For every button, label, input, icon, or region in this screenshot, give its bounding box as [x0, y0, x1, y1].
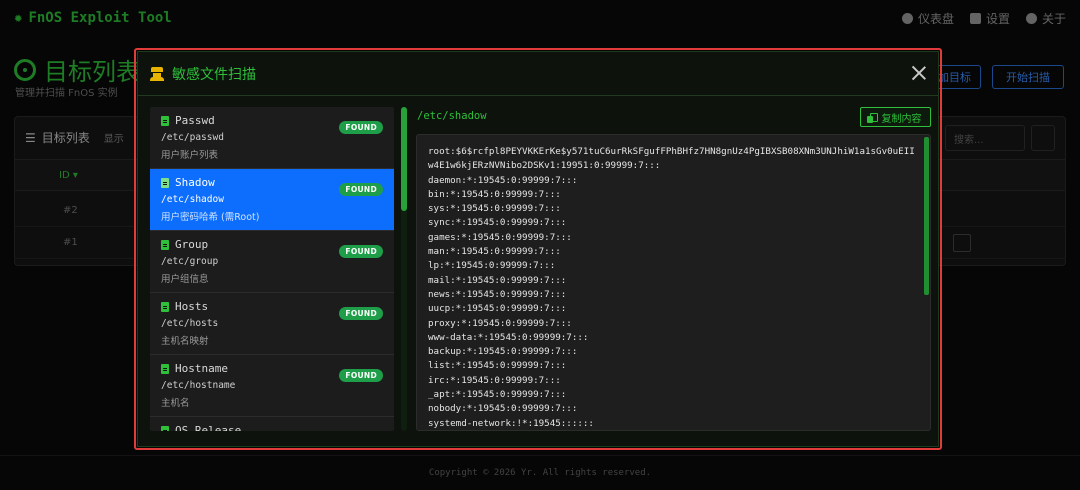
content-line: bin:*:19545:0:99999:7:::	[428, 188, 561, 200]
selected-file-path: /etc/shadow	[417, 110, 487, 122]
file-list-scrollbar[interactable]	[401, 107, 407, 431]
file-name-text: OS Release	[175, 424, 242, 431]
found-badge: FOUND	[339, 245, 383, 258]
file-list-item[interactable]: Group/etc/group 用户组信息 FOUND	[150, 231, 394, 293]
file-description: 主机名映射	[161, 336, 209, 347]
file-icon	[161, 239, 169, 250]
content-line: irc:*:19545:0:99999:7:::	[428, 374, 561, 386]
sensitive-file-scan-modal: 敏感文件扫描 Passwd/etc/passwd 用户账户列表 FOUND Shado…	[137, 51, 939, 447]
file-list-item[interactable]: OS Release	[150, 417, 394, 431]
file-list-item[interactable]: Passwd/etc/passwd 用户账户列表 FOUND	[150, 107, 394, 169]
content-line: sync:*:19545:0:99999:7:::	[428, 217, 567, 229]
file-description: 用户密码哈希 (需Root)	[161, 212, 260, 223]
sensitive-file-list[interactable]: Passwd/etc/passwd 用户账户列表 FOUND Shadow/etc/s…	[150, 107, 394, 431]
content-line: sys:*:19545:0:99999:7:::	[428, 203, 561, 215]
file-content-viewer[interactable]: root:$6$rcfpl8PEYVKKErKe$y571tuC6urRkSFg…	[416, 134, 931, 431]
file-name-text: Group	[175, 238, 209, 251]
copy-button-label: 复制内容	[881, 113, 922, 125]
content-line: games:*:19545:0:99999:7:::	[428, 231, 572, 243]
file-icon	[161, 177, 169, 188]
modal-title: 敏感文件扫描	[150, 64, 256, 84]
file-icon	[161, 301, 169, 312]
content-line: _apt:*:19545:0:99999:7:::	[428, 389, 567, 401]
content-line: daemon:*:19545:0:99999:7:::	[428, 174, 578, 186]
content-line: nobody:*:19545:0:99999:7:::	[428, 403, 578, 415]
copy-icon	[866, 112, 878, 123]
close-icon[interactable]	[908, 62, 930, 84]
file-icon	[161, 425, 169, 431]
content-line: list:*:19545:0:99999:7:::	[428, 360, 567, 372]
file-icon	[161, 363, 169, 374]
content-line: man:*:19545:0:99999:7:::	[428, 246, 561, 258]
modal-header: 敏感文件扫描	[138, 52, 938, 96]
file-icon	[161, 115, 169, 126]
content-line: proxy:*:19545:0:99999:7:::	[428, 317, 572, 329]
content-line: uucp:*:19545:0:99999:7:::	[428, 303, 567, 315]
file-name: OS Release	[161, 424, 394, 431]
file-name-text: Hostname	[175, 362, 228, 375]
found-badge: FOUND	[339, 307, 383, 320]
found-badge: FOUND	[339, 183, 383, 196]
file-description: 主机名	[161, 398, 190, 409]
content-line: backup:*:19545:0:99999:7:::	[428, 346, 578, 358]
content-line: mail:*:19545:0:99999:7:::	[428, 274, 567, 286]
file-name-text: Passwd	[175, 114, 215, 127]
content-line: lp:*:19545:0:99999:7:::	[428, 260, 556, 272]
copy-content-button[interactable]: 复制内容	[860, 107, 931, 127]
file-list-item[interactable]: Hosts/etc/hosts 主机名映射 FOUND	[150, 293, 394, 355]
file-name-text: Hosts	[175, 300, 209, 313]
file-name-text: Shadow	[175, 176, 215, 189]
scrollbar-thumb[interactable]	[401, 107, 407, 211]
file-description: 用户账户列表	[161, 150, 219, 161]
file-content-text[interactable]: root:$6$rcfpl8PEYVKKErKe$y571tuC6urRkSFg…	[428, 145, 918, 430]
content-line: systemd-network:!*:19545::::::	[428, 417, 594, 429]
found-badge: FOUND	[339, 121, 383, 134]
content-scrollbar[interactable]	[924, 137, 929, 295]
file-list-item[interactable]: Shadow/etc/shadow 用户密码哈希 (需Root) FOUND	[150, 169, 394, 231]
file-description: 用户组信息	[161, 274, 209, 285]
found-badge: FOUND	[339, 369, 383, 382]
content-line: root:$6$rcfpl8PEYVKKErKe$y571tuC6urRkSFg…	[428, 146, 915, 172]
content-line: news:*:19545:0:99999:7:::	[428, 288, 567, 300]
modal-title-text: 敏感文件扫描	[172, 66, 256, 83]
user-secret-icon	[150, 66, 164, 81]
file-list-item[interactable]: Hostname/etc/hostname 主机名 FOUND	[150, 355, 394, 417]
content-line: www-data:*:19545:0:99999:7:::	[428, 331, 589, 343]
